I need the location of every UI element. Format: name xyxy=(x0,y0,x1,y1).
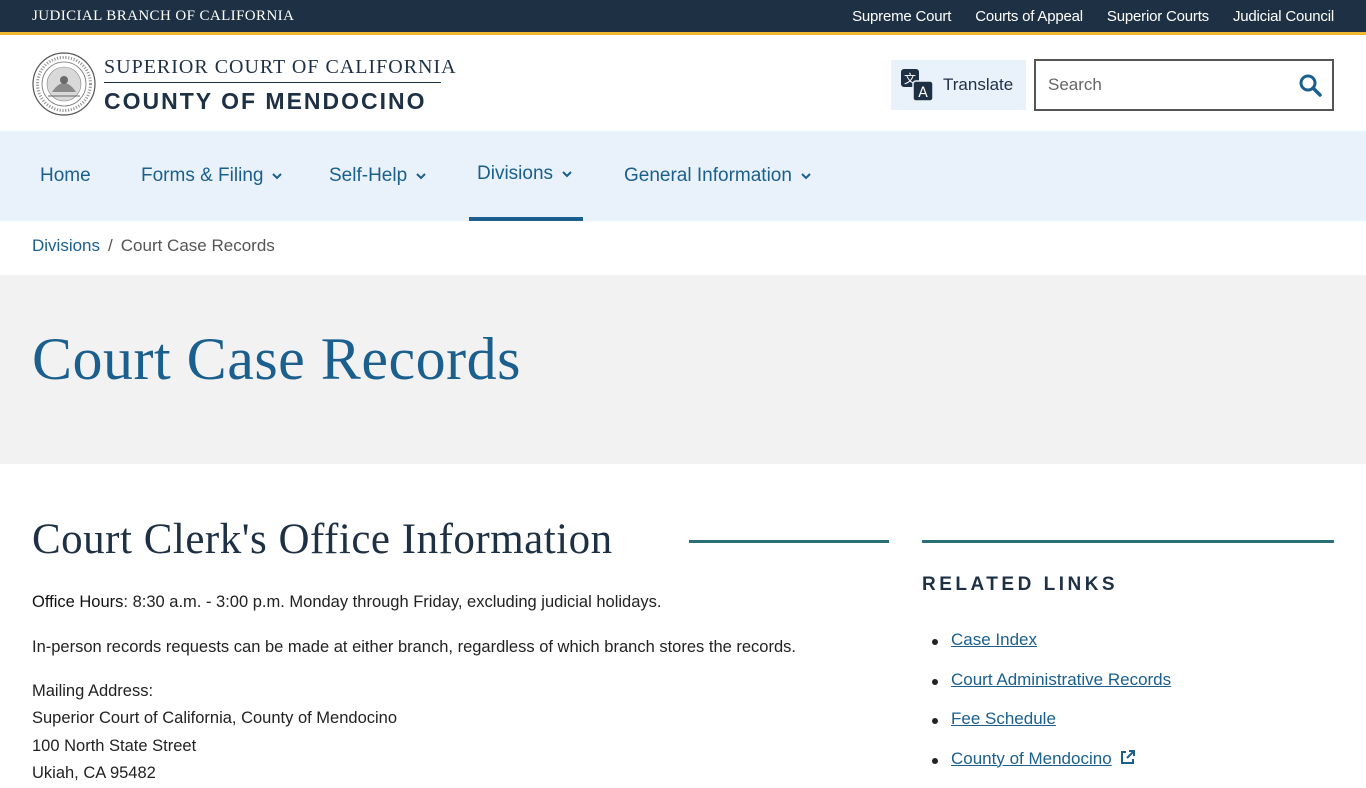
page-title: Court Case Records xyxy=(32,325,521,394)
chevron-down-icon xyxy=(271,170,283,182)
utility-link-judicial-council[interactable]: Judicial Council xyxy=(1233,8,1334,25)
related-link-fee-schedule[interactable]: Fee Schedule xyxy=(951,709,1056,728)
search-button[interactable] xyxy=(1288,61,1332,109)
list-item: Case Index xyxy=(930,630,1171,670)
list-item: County of Mendocino xyxy=(930,749,1171,788)
site-header: SUPERIOR COURT OF CALIFORNIA COUNTY OF M… xyxy=(0,38,1366,131)
translate-button[interactable]: 文 A Translate xyxy=(891,60,1026,110)
related-link-case-index[interactable]: Case Index xyxy=(951,630,1037,649)
nav-item-label: Divisions xyxy=(477,163,553,185)
translate-label: Translate xyxy=(943,75,1013,95)
mailing-address-line3: Ukiah, CA 95482 xyxy=(32,764,156,783)
inperson-requests-text: In-person records requests can be made a… xyxy=(32,638,796,657)
related-link-court-administrative-records[interactable]: Court Administrative Records xyxy=(951,670,1171,689)
nav-item-divisions[interactable]: Divisions xyxy=(469,131,583,221)
utility-link-courts-of-appeal[interactable]: Courts of Appeal xyxy=(975,8,1083,25)
list-item: Court Administrative Records xyxy=(930,670,1171,710)
nav-item-forms-filing[interactable]: Forms & Filing xyxy=(141,131,283,221)
mailing-address-label: Mailing Address: xyxy=(32,682,153,701)
breadcrumb-current: Court Case Records xyxy=(121,236,275,256)
nav-item-home[interactable]: Home xyxy=(40,131,91,221)
logo-court-name[interactable]: SUPERIOR COURT OF CALIFORNIA xyxy=(104,56,457,79)
sidebar-rule xyxy=(922,540,1334,543)
mailing-address-line1: Superior Court of California, County of … xyxy=(32,709,397,728)
section-heading-rule xyxy=(689,540,889,543)
search-box xyxy=(1034,59,1334,111)
utility-links: Supreme Court Courts of Appeal Superior … xyxy=(852,8,1334,25)
breadcrumb-divisions[interactable]: Divisions xyxy=(32,236,100,256)
chevron-down-icon xyxy=(415,170,427,182)
chevron-down-icon xyxy=(800,170,812,182)
main-navigation: Home Forms & Filing Self-Help Divisions … xyxy=(0,131,1366,221)
utility-link-superior-courts[interactable]: Superior Courts xyxy=(1107,8,1209,25)
related-links-list: Case Index Court Administrative Records … xyxy=(930,630,1171,788)
related-links-title: RELATED LINKS xyxy=(922,574,1118,596)
svg-text:A: A xyxy=(918,85,928,101)
utility-link-supreme-court[interactable]: Supreme Court xyxy=(852,8,951,25)
translate-icon: 文 A xyxy=(899,67,935,103)
nav-item-label: Self-Help xyxy=(329,165,407,187)
external-link-icon xyxy=(1119,749,1136,766)
chevron-down-icon xyxy=(561,168,573,180)
judicial-branch-brand[interactable]: JUDICIAL BRANCH OF CALIFORNIA xyxy=(32,8,294,25)
nav-item-self-help[interactable]: Self-Help xyxy=(329,131,427,221)
page-hero: Court Case Records xyxy=(0,275,1366,464)
search-icon xyxy=(1298,73,1322,97)
nav-item-general-information[interactable]: General Information xyxy=(624,131,812,221)
utility-bar: JUDICIAL BRANCH OF CALIFORNIA Supreme Co… xyxy=(0,0,1366,35)
nav-item-label: Home xyxy=(40,165,91,187)
list-item: Fee Schedule xyxy=(930,709,1171,749)
section-heading: Court Clerk's Office Information xyxy=(32,515,613,564)
office-hours: Office Hours: 8:30 a.m. - 3:00 p.m. Mond… xyxy=(32,593,661,612)
related-link-county-of-mendocino[interactable]: County of Mendocino xyxy=(951,749,1112,768)
logo-divider xyxy=(104,82,441,83)
breadcrumb-separator: / xyxy=(108,236,113,256)
breadcrumb: Divisions / Court Case Records xyxy=(32,236,275,256)
office-hours-label: Office Hours xyxy=(32,593,123,611)
search-input[interactable] xyxy=(1036,61,1288,109)
nav-item-label: General Information xyxy=(624,165,792,187)
logo-county-name[interactable]: COUNTY OF MENDOCINO xyxy=(104,88,427,115)
office-hours-text: : 8:30 a.m. - 3:00 p.m. Monday through F… xyxy=(123,593,661,611)
nav-item-label: Forms & Filing xyxy=(141,165,263,187)
mailing-address-line2: 100 North State Street xyxy=(32,737,196,756)
court-seal-icon[interactable] xyxy=(32,52,96,116)
